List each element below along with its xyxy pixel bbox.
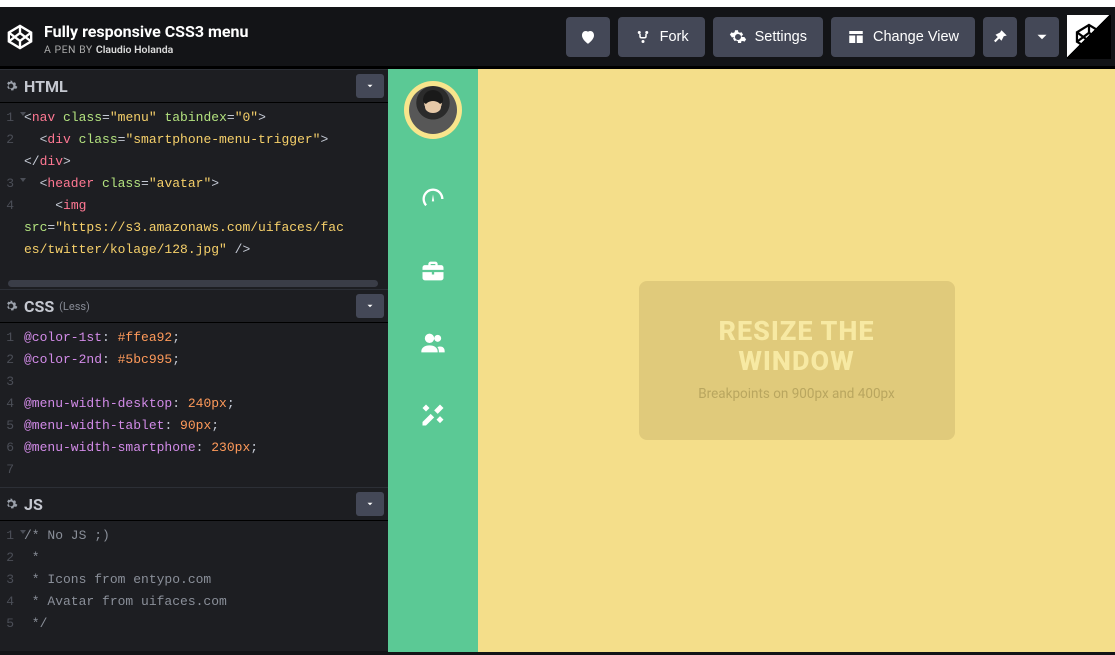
layout-icon xyxy=(847,28,865,46)
css-panel-title: CSS xyxy=(24,297,54,316)
briefcase-icon xyxy=(419,257,447,285)
js-panel-menu[interactable] xyxy=(356,492,384,516)
preview-card: RESIZE THE WINDOW Breakpoints on 900px a… xyxy=(639,281,955,440)
menu-item-users[interactable] xyxy=(388,307,478,379)
author-link[interactable]: Claudio Holanda xyxy=(96,43,173,56)
chevron-down-icon xyxy=(365,499,375,509)
css-panel-menu[interactable] xyxy=(356,294,384,318)
menu-item-work[interactable] xyxy=(388,235,478,307)
editors-column: HTML 1<nav class="menu" tabindex="0"> 2 … xyxy=(0,69,388,652)
html-panel-menu[interactable] xyxy=(356,74,384,98)
fork-label: Fork xyxy=(660,29,689,45)
html-editor[interactable]: 1<nav class="menu" tabindex="0"> 2 <div … xyxy=(0,103,388,289)
menu-item-tools[interactable] xyxy=(388,379,478,451)
preview-sidebar xyxy=(388,69,478,652)
dropdown-button[interactable] xyxy=(1025,17,1059,57)
chevron-down-icon xyxy=(1033,28,1051,46)
js-panel-header: JS xyxy=(0,487,388,521)
chevron-down-icon xyxy=(365,81,375,91)
fork-icon xyxy=(634,28,652,46)
css-editor[interactable]: 1@color-1st: #ffea92; 2@color-2nd: #5bc9… xyxy=(0,323,388,487)
chevron-down-icon xyxy=(365,301,375,311)
change-view-button[interactable]: Change View xyxy=(831,17,975,57)
preview-pane: RESIZE THE WINDOW Breakpoints on 900px a… xyxy=(388,69,1115,652)
title-block: Fully responsive CSS3 menu A PEN BY Clau… xyxy=(42,18,248,56)
codepen-logo[interactable] xyxy=(4,6,36,68)
users-icon xyxy=(419,329,447,357)
byline: A PEN BY Claudio Holanda xyxy=(44,43,248,56)
html-horizontal-scrollbar[interactable] xyxy=(8,280,378,287)
js-settings-gear[interactable] xyxy=(2,495,20,513)
change-view-label: Change View xyxy=(873,29,959,45)
css-settings-gear[interactable] xyxy=(2,297,20,315)
main-area: HTML 1<nav class="menu" tabindex="0"> 2 … xyxy=(0,69,1115,652)
settings-label: Settings xyxy=(755,29,807,45)
header-bar: Fully responsive CSS3 menu A PEN BY Clau… xyxy=(0,7,1115,69)
gear-icon xyxy=(729,28,747,46)
html-settings-gear[interactable] xyxy=(2,77,20,95)
browser-chrome-strip xyxy=(0,0,1115,7)
js-panel-title: JS xyxy=(24,495,43,514)
byline-prefix: A PEN BY xyxy=(44,43,93,56)
gear-icon xyxy=(4,497,18,511)
gauge-icon xyxy=(419,185,447,213)
css-panel-header: CSS (Less) xyxy=(0,289,388,323)
codepen-logo-icon xyxy=(7,24,33,50)
preview-card-title: RESIZE THE WINDOW xyxy=(663,317,931,376)
preview-avatar[interactable] xyxy=(404,81,462,139)
html-panel-header: HTML xyxy=(0,69,388,103)
fork-button[interactable]: Fork xyxy=(618,17,705,57)
settings-button[interactable]: Settings xyxy=(713,17,823,57)
pin-button[interactable] xyxy=(983,17,1017,57)
menu-item-dashboard[interactable] xyxy=(388,163,478,235)
html-panel-title: HTML xyxy=(24,77,68,96)
gear-icon xyxy=(4,299,18,313)
gear-icon xyxy=(4,79,18,93)
preview-content: RESIZE THE WINDOW Breakpoints on 900px a… xyxy=(478,69,1115,652)
tools-icon xyxy=(419,401,447,429)
heart-icon xyxy=(579,28,597,46)
preview-card-sub: Breakpoints on 900px and 400px xyxy=(663,386,931,404)
pen-title: Fully responsive CSS3 menu xyxy=(44,22,248,41)
css-panel-sub: (Less) xyxy=(59,300,90,313)
js-editor[interactable]: 1/* No JS ;) 2 * 3 * Icons from entypo.c… xyxy=(0,521,388,651)
user-avatar[interactable] xyxy=(1067,15,1111,59)
codepen-avatar-icon xyxy=(1075,23,1103,51)
pin-icon xyxy=(991,28,1009,46)
avatar-image xyxy=(409,86,457,134)
love-button[interactable] xyxy=(566,17,610,57)
